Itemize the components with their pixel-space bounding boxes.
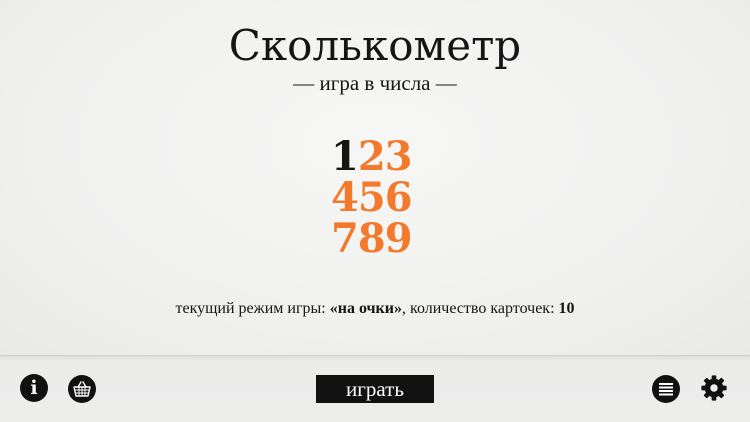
- mode-prefix: текущий режим игры:: [175, 300, 330, 317]
- logo-row-2: 456: [325, 177, 425, 218]
- info-button[interactable]: i: [20, 374, 48, 402]
- mode-value: «на очки»: [329, 300, 402, 317]
- logo-digit: 1: [331, 133, 359, 180]
- list-button[interactable]: [652, 375, 680, 403]
- logo-digit: 3: [384, 133, 413, 180]
- count-prefix: , количество карточек:: [401, 300, 559, 317]
- logo-row-3: 789: [325, 218, 425, 259]
- game-mode-status: текущий режим игры: «на очки», количеств…: [0, 298, 750, 320]
- play-button[interactable]: играть: [316, 375, 434, 403]
- settings-button[interactable]: [700, 374, 728, 402]
- gear-icon: [701, 375, 727, 401]
- info-icon: i: [30, 377, 38, 399]
- list-icon: [659, 383, 673, 396]
- digits-logo: 123 456 789: [325, 136, 425, 259]
- logo-digit: 8: [357, 215, 386, 262]
- logo-digit: 2: [357, 133, 386, 180]
- logo-digit: 4: [331, 174, 359, 221]
- logo-digit: 6: [384, 174, 413, 221]
- card-count: 10: [558, 300, 575, 317]
- logo-row-1: 123: [325, 136, 425, 177]
- logo-digit: 9: [384, 215, 413, 262]
- shop-button[interactable]: [68, 375, 96, 403]
- app-title: Сколькометр: [228, 21, 522, 70]
- logo-digit: 7: [331, 215, 359, 262]
- app-subtitle: — игра в числа —: [293, 71, 457, 95]
- logo-digit: 5: [357, 174, 386, 221]
- basket-icon: [73, 381, 91, 397]
